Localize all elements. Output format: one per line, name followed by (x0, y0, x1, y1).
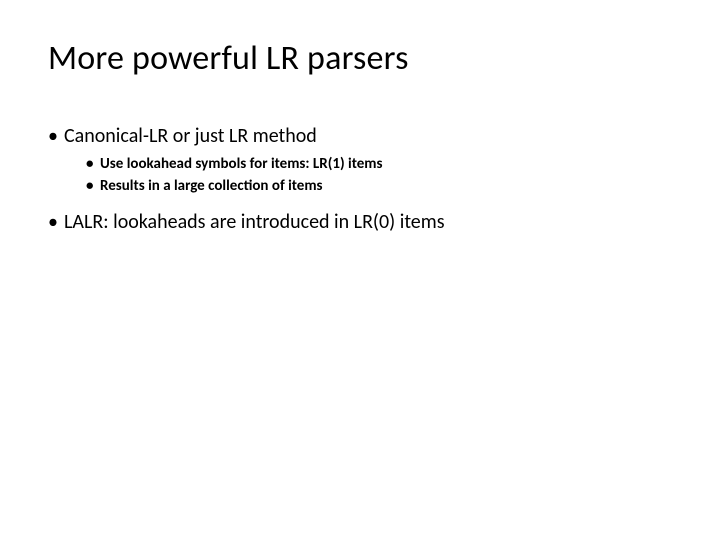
bullet-list-level-1: Canonical-LR or just LR method Use looka… (48, 123, 672, 236)
list-item-text: Use lookahead symbols for items: LR(1) i… (100, 155, 382, 173)
bullet-list-level-2: Use lookahead symbols for items: LR(1) i… (64, 154, 672, 197)
list-item-text: Canonical-LR or just LR method (64, 124, 317, 148)
slide: More powerful LR parsers Canonical-LR or… (0, 0, 720, 540)
list-item: Results in a large collection of items (64, 176, 672, 196)
list-item-text: LALR: lookaheads are introduced in LR(0)… (64, 210, 445, 234)
list-item: Use lookahead symbols for items: LR(1) i… (64, 154, 672, 174)
list-item: LALR: lookaheads are introduced in LR(0)… (48, 209, 672, 236)
list-item: Canonical-LR or just LR method Use looka… (48, 123, 672, 197)
slide-title: More powerful LR parsers (48, 38, 672, 79)
list-item-text: Results in a large collection of items (100, 177, 323, 195)
